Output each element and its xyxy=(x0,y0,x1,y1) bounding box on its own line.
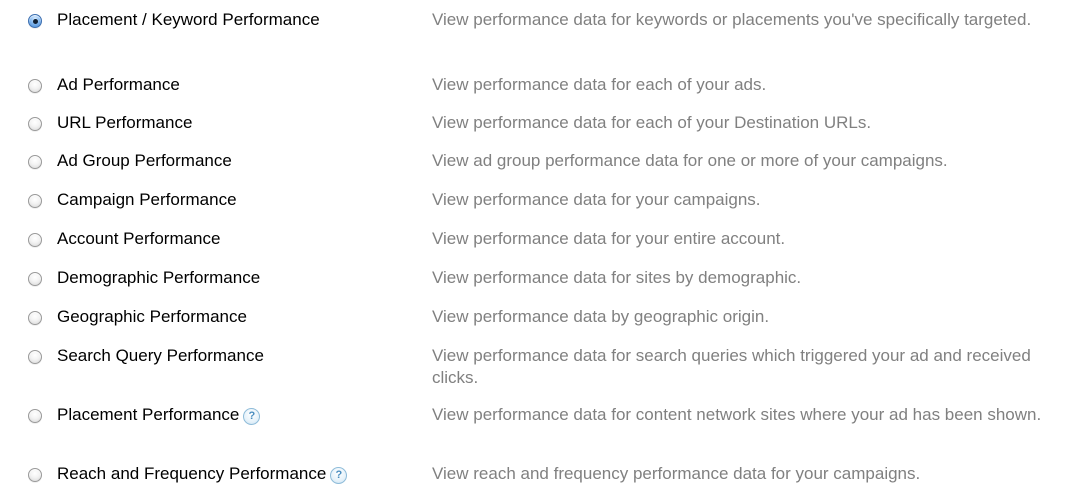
radio-unselected-icon[interactable] xyxy=(28,272,42,286)
report-description: View performance data for keywords or pl… xyxy=(432,10,1032,29)
report-description: View performance data for each of your D… xyxy=(432,113,872,132)
report-description: View performance data for your campaigns… xyxy=(432,190,761,209)
radio-unselected-icon[interactable] xyxy=(28,311,42,325)
report-name[interactable]: Search Query Performance xyxy=(57,345,264,367)
help-icon[interactable]: ? xyxy=(330,467,348,484)
radio-unselected-icon[interactable] xyxy=(28,233,42,247)
report-name-wrapper[interactable]: Placement Performance? xyxy=(57,404,261,426)
report-description: View performance data for your entire ac… xyxy=(432,229,786,248)
report-name[interactable]: Placement Performance xyxy=(57,405,239,424)
report-description: View reach and frequency performance dat… xyxy=(432,464,921,483)
radio-unselected-icon[interactable] xyxy=(28,409,42,423)
report-description: View performance data for search queries… xyxy=(432,346,1031,387)
radio-dot xyxy=(32,18,38,24)
report-name[interactable]: Placement / Keyword Performance xyxy=(57,9,320,31)
report-description: View performance data by geographic orig… xyxy=(432,307,770,326)
report-name[interactable]: Ad Performance xyxy=(57,74,180,96)
report-name-wrapper[interactable]: Reach and Frequency Performance? xyxy=(57,463,348,485)
radio-unselected-icon[interactable] xyxy=(28,155,42,169)
report-name[interactable]: Geographic Performance xyxy=(57,306,247,328)
report-name[interactable]: Ad Group Performance xyxy=(57,150,232,172)
report-name[interactable]: Campaign Performance xyxy=(57,189,237,211)
radio-unselected-icon[interactable] xyxy=(28,350,42,364)
report-description: View performance data for content networ… xyxy=(432,405,1042,424)
report-name[interactable]: Account Performance xyxy=(57,228,220,250)
report-description: View ad group performance data for one o… xyxy=(432,151,948,170)
report-description: View performance data for sites by demog… xyxy=(432,268,802,287)
report-description: View performance data for each of your a… xyxy=(432,75,767,94)
radio-unselected-icon[interactable] xyxy=(28,79,42,93)
help-icon[interactable]: ? xyxy=(243,408,261,425)
radio-unselected-icon[interactable] xyxy=(28,117,42,131)
radio-unselected-icon[interactable] xyxy=(28,468,42,482)
report-name[interactable]: URL Performance xyxy=(57,112,192,134)
report-name[interactable]: Demographic Performance xyxy=(57,267,260,289)
radio-selected-icon[interactable] xyxy=(28,14,42,28)
report-type-list: Placement / Keyword Performance View per… xyxy=(0,0,1081,493)
radio-unselected-icon[interactable] xyxy=(28,194,42,208)
report-name[interactable]: Reach and Frequency Performance xyxy=(57,464,326,483)
